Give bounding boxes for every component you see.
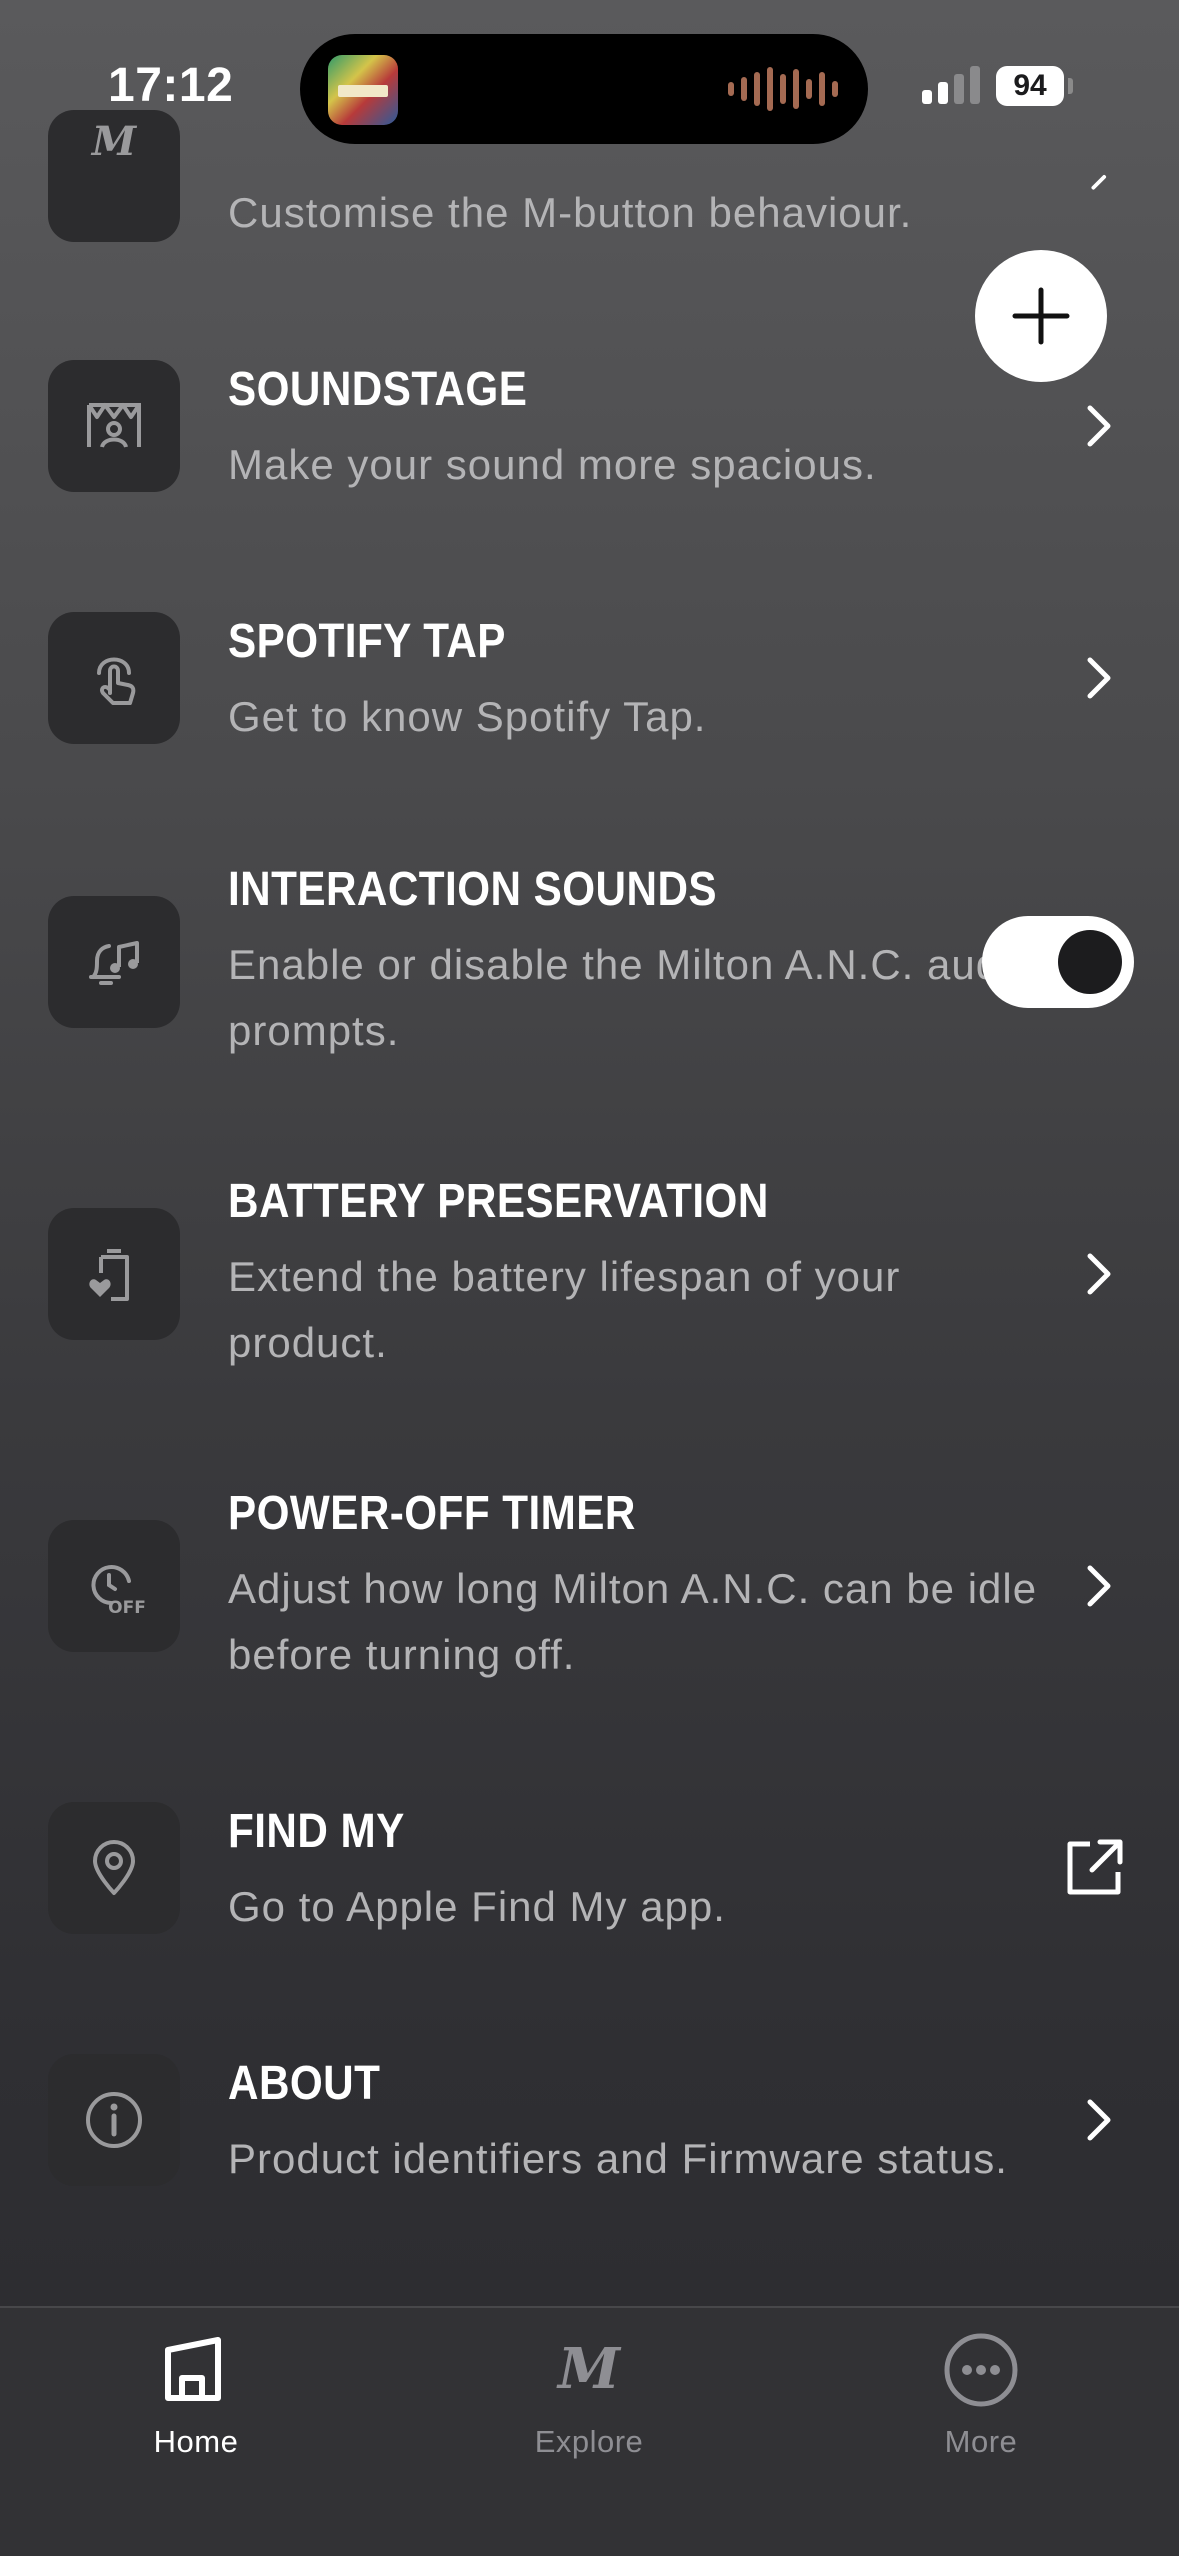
chevron-right-icon[interactable] [1078,2094,1118,2146]
setting-description: Product identifiers and Firmware status. [228,2135,1008,2182]
setting-description: Customise the M-button behaviour. [228,189,913,236]
tab-label: Home [153,2424,239,2459]
chevron-right-icon[interactable] [1078,652,1118,704]
dynamic-island[interactable] [300,34,868,144]
toggle-knob [1058,930,1122,994]
setting-description: Enable or disable the Milton A.N.C. audi… [228,941,1035,1054]
battery-heart-icon [48,1208,180,1340]
battery-tip [1068,78,1073,94]
tab-bar: Home M Explore More [0,2306,1179,2556]
tab-home[interactable]: Home [96,2330,296,2460]
tab-explore[interactable]: M Explore [489,2330,689,2460]
svg-text:OFF: OFF [108,1598,146,1618]
chevron-right-icon[interactable] [1078,400,1118,452]
setting-title: ABOUT [228,2057,381,2110]
setting-title: POWER-OFF TIMER [228,1487,636,1540]
tap-gesture-icon [48,612,180,744]
tab-label: Explore [534,2424,644,2459]
tab-more[interactable]: More [881,2330,1081,2460]
setting-description: Go to Apple Find My app. [228,1883,726,1930]
notification-sound-icon [48,896,180,1028]
soundstage-icon [48,360,180,492]
external-link-icon[interactable] [1060,1834,1128,1902]
setting-title: BATTERY PRESERVATION [228,1175,769,1228]
status-time: 17:12 [108,59,234,112]
setting-title: FIND MY [228,1805,405,1858]
add-button[interactable] [975,250,1107,382]
interaction-sounds-toggle[interactable] [982,916,1134,1008]
info-icon [48,2054,180,2186]
home-icon [165,2337,221,2401]
setting-description: Extend the battery lifespan of your prod… [228,1253,901,1366]
tab-label: More [944,2424,1018,2459]
status-bar: 17:12 94 [0,0,1179,175]
setting-title: INTERACTION SOUNDS [228,863,718,916]
chevron-right-icon[interactable] [1078,1248,1118,1300]
marshall-m-icon: M [556,2336,622,2402]
battery-indicator: 94 [996,66,1064,106]
cellular-signal-icon [922,66,980,104]
setting-title: SOUNDSTAGE [228,363,528,416]
location-pin-icon [48,1802,180,1934]
now-playing-artwork [328,55,398,125]
setting-description: Make your sound more spacious. [228,441,877,488]
timer-off-icon: OFF [48,1520,180,1652]
audio-waveform-icon [728,64,838,114]
svg-text:M: M [556,2336,622,2402]
setting-title: SPOTIFY TAP [228,615,506,668]
setting-description: Adjust how long Milton A.N.C. can be idl… [228,1565,1038,1678]
plus-icon [1012,287,1070,345]
setting-description: Get to know Spotify Tap. [228,693,707,740]
more-icon [944,2333,1018,2407]
chevron-right-icon[interactable] [1078,1560,1118,1612]
